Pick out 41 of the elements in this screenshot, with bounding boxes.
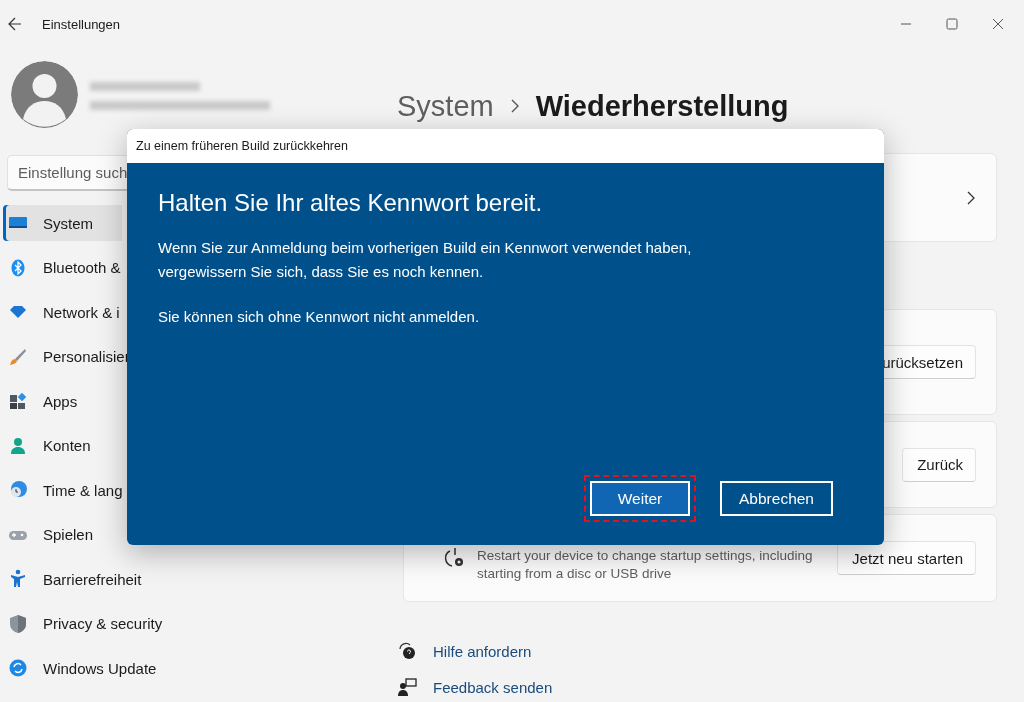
sidebar-item[interactable]: Privacy & security — [3, 605, 167, 642]
chevron-icon — [509, 99, 520, 113]
dialog-text: Sie können sich ohne Kennwort nicht anmelden. — [158, 307, 481, 327]
back-arrow-icon[interactable] — [8, 17, 22, 31]
help-icon — [397, 641, 417, 661]
dialog-heading: Halten Sie Ihr altes Kennwort bereit. — [158, 189, 544, 217]
maximize-icon[interactable] — [946, 18, 958, 30]
sidebar-icon — [8, 435, 28, 456]
card-button[interactable]: Jetzt neu starten — [837, 541, 976, 575]
sidebar-item[interactable]: Apps — [3, 383, 122, 419]
sidebar-item[interactable]: Network & i — [3, 294, 124, 330]
dialog-text: Wenn Sie zur Anmeldung beim vorherigen Build ein Kennwort verwendet haben, vergewissern Sie sich, dass Sie es noch kennen. — [158, 238, 693, 282]
card-button[interactable]: Zurück — [902, 447, 976, 482]
close-icon[interactable] — [992, 18, 1004, 30]
dialog-button[interactable]: Weiter — [590, 481, 690, 516]
card-description: Restart your device to change startup settings, including starting from a disc or USB drive — [477, 547, 814, 583]
dialog-title: Zu einem früheren Build zurückkehren — [136, 139, 348, 153]
sidebar-icon — [8, 658, 28, 678]
dialog-button[interactable]: Abbrechen — [720, 481, 833, 516]
power-gear-icon — [444, 547, 466, 569]
avatar-icon — [11, 61, 78, 128]
sidebar-item[interactable]: Time & lang — [3, 472, 127, 508]
sidebar-item[interactable]: Barrierefreiheit — [3, 561, 146, 597]
window-title: Einstellungen — [42, 16, 121, 32]
chevron-icon — [967, 190, 976, 205]
help-link[interactable]: Hilfe anfordern — [433, 642, 532, 660]
sidebar-item[interactable]: Personalisier — [3, 338, 134, 375]
breadcrumb[interactable]: System — [397, 89, 494, 123]
page-title: Wiederherstellung — [535, 89, 789, 123]
sidebar-icon — [8, 391, 28, 411]
sidebar-icon — [8, 480, 28, 500]
sidebar-icon — [8, 569, 28, 589]
sidebar-item[interactable]: Konten — [3, 427, 122, 464]
sidebar-item[interactable]: System — [3, 205, 122, 241]
sidebar-item[interactable]: Bluetooth & — [3, 249, 125, 286]
sidebar-icon — [8, 613, 28, 634]
sidebar-item[interactable]: Spielen — [3, 516, 122, 553]
feedback-icon — [397, 677, 417, 697]
sidebar-item[interactable]: Windows Update — [3, 650, 161, 686]
help-link[interactable]: Feedback senden — [433, 678, 553, 696]
search-field[interactable]: Einstellung such — [7, 155, 127, 191]
